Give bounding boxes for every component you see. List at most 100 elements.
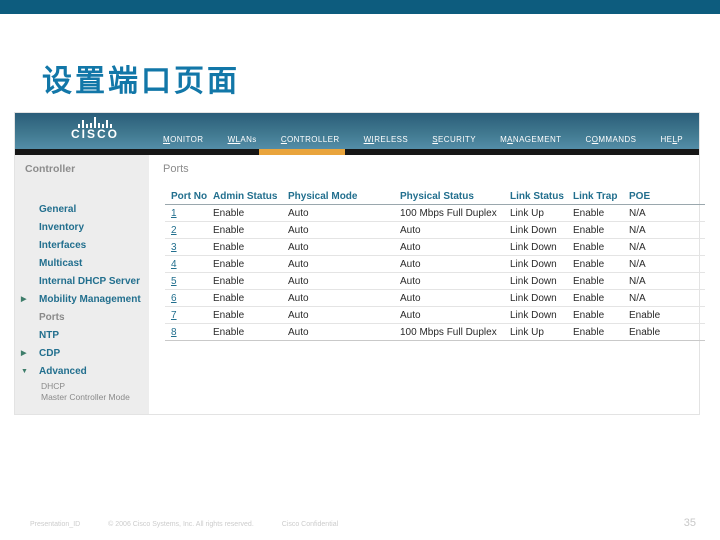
table-cell: Enable xyxy=(213,293,245,304)
chevron-down-icon: ▼ xyxy=(21,368,28,375)
table-cell: Auto xyxy=(400,242,421,253)
ports-content: Ports Port No Admin Status Physical Mode Ph… xyxy=(149,155,705,414)
sidebar-item-label: NTP xyxy=(39,330,59,341)
table-cell: Link Down xyxy=(510,225,557,236)
slide-top-bar xyxy=(0,0,720,14)
table-cell: N/A xyxy=(629,208,646,219)
table-cell: Enable xyxy=(573,276,605,287)
table-cell: Auto xyxy=(400,293,421,304)
sidebar-item-label: General xyxy=(39,204,77,215)
table-cell: N/A xyxy=(629,293,646,304)
column-header-physical-status: Physical Status xyxy=(400,191,474,202)
nav-commands[interactable]: COMMANDS xyxy=(586,135,637,144)
cisco-logo: CISCO xyxy=(59,116,131,140)
port-link-2[interactable]: 2 xyxy=(171,222,213,238)
nav-security[interactable]: SECURITY xyxy=(432,135,476,144)
table-row: 6 Enable Auto Auto Link Down Enable N/A xyxy=(165,290,705,307)
sidebar-item-label: Advanced xyxy=(39,366,87,377)
sidebar-item-label: Internal DHCP Server xyxy=(39,276,140,287)
table-cell: Link Down xyxy=(510,242,557,253)
table-cell: Auto xyxy=(288,225,309,236)
table-cell: N/A xyxy=(629,225,646,236)
table-cell: Auto xyxy=(400,276,421,287)
table-cell: Enable xyxy=(573,293,605,304)
ports-table: Port No Admin Status Physical Mode Physical… xyxy=(165,189,705,341)
presentation-slide: 设置端口页面 CISCO MONITOR WLANs CONTROLLER WIREL… xyxy=(0,0,720,540)
sidebar-item-label: Master Controller Mode xyxy=(41,392,130,402)
table-cell: Enable xyxy=(213,208,245,219)
table-row: 2 Enable Auto Auto Link Down Enable N/A xyxy=(165,222,705,239)
table-cell: Enable xyxy=(213,259,245,270)
port-link-6[interactable]: 6 xyxy=(171,290,213,306)
port-link-1[interactable]: 1 xyxy=(171,205,213,221)
table-cell: Enable xyxy=(573,259,605,270)
table-header-row: Port No Admin Status Physical Mode Physical… xyxy=(165,189,705,205)
column-header-port-no: Port No xyxy=(171,191,208,202)
page-number: 35 xyxy=(683,517,696,529)
table-row: 4 Enable Auto Auto Link Down Enable N/A xyxy=(165,256,705,273)
column-header-physical-mode: Physical Mode xyxy=(288,191,358,202)
port-link-4[interactable]: 4 xyxy=(171,256,213,272)
table-cell: Auto xyxy=(400,259,421,270)
table-cell: Link Up xyxy=(510,327,544,338)
sidebar-subitem-dhcp[interactable]: DHCP xyxy=(15,381,149,392)
sidebar-item-general[interactable]: General xyxy=(15,201,149,219)
slide-footer: Presentation_ID © 2006 Cisco Systems, In… xyxy=(30,521,364,528)
port-link-7[interactable]: 7 xyxy=(171,307,213,323)
sidebar-item-advanced[interactable]: ▼ Advanced xyxy=(15,363,149,381)
table-cell: Enable xyxy=(573,208,605,219)
table-cell: Enable xyxy=(213,327,245,338)
sidebar-item-label: Interfaces xyxy=(39,240,87,251)
table-row: 8 Enable Auto 100 Mbps Full Duplex Link Up En… xyxy=(165,324,705,341)
table-cell: 100 Mbps Full Duplex xyxy=(400,327,497,338)
table-row: 7 Enable Auto Auto Link Down Enable Enable xyxy=(165,307,705,324)
nav-controller[interactable]: CONTROLLER xyxy=(281,135,340,144)
table-cell: Auto xyxy=(288,276,309,287)
port-link-3[interactable]: 3 xyxy=(171,239,213,255)
table-cell: Auto xyxy=(288,327,309,338)
table-cell: Link Down xyxy=(510,293,557,304)
footer-confidential: Cisco Confidential xyxy=(281,521,339,528)
sidebar-item-multicast[interactable]: Multicast xyxy=(15,255,149,273)
sidebar-item-label: CDP xyxy=(39,348,61,359)
table-cell: Auto xyxy=(400,310,421,321)
sidebar-item-mobility-management[interactable]: ▶ Mobility Management xyxy=(15,291,149,309)
sidebar-item-ports[interactable]: Ports xyxy=(15,309,149,327)
table-cell: N/A xyxy=(629,276,646,287)
table-row: 3 Enable Auto Auto Link Down Enable N/A xyxy=(165,239,705,256)
sidebar-item-internal-dhcp-server[interactable]: Internal DHCP Server xyxy=(15,273,149,291)
chevron-right-icon: ▶ xyxy=(21,296,27,303)
sidebar-item-ntp[interactable]: NTP xyxy=(15,327,149,345)
nav-wlans[interactable]: WLANs xyxy=(228,135,257,144)
sidebar-item-label: Ports xyxy=(39,312,65,323)
column-header-link-status: Link Status xyxy=(510,191,564,202)
port-link-5[interactable]: 5 xyxy=(171,273,213,289)
table-cell: Link Down xyxy=(510,310,557,321)
table-cell: Auto xyxy=(288,293,309,304)
table-cell: Enable xyxy=(629,310,661,321)
slide-title: 设置端口页面 xyxy=(42,64,240,99)
app-navbar: CISCO MONITOR WLANs CONTROLLER WIRELESS SECU… xyxy=(15,113,699,149)
content-title: Ports xyxy=(163,163,189,175)
table-cell: Link Up xyxy=(510,208,544,219)
sidebar-item-label: Multicast xyxy=(39,258,83,269)
table-cell: Enable xyxy=(629,327,661,338)
table-cell: 100 Mbps Full Duplex xyxy=(400,208,497,219)
sidebar-item-interfaces[interactable]: Interfaces xyxy=(15,237,149,255)
port-link-8[interactable]: 8 xyxy=(171,324,213,340)
nav-wireless[interactable]: WIRELESS xyxy=(364,135,409,144)
nav-monitor[interactable]: MONITOR xyxy=(163,135,203,144)
main-menu: MONITOR WLANs CONTROLLER WIRELESS SECURITY MA… xyxy=(155,113,691,149)
table-cell: Auto xyxy=(288,242,309,253)
sidebar-item-label: Inventory xyxy=(39,222,85,233)
nav-management[interactable]: MANAGEMENT xyxy=(500,135,561,144)
sidebar-item-inventory[interactable]: Inventory xyxy=(15,219,149,237)
table-cell: Auto xyxy=(400,225,421,236)
sidebar-subitem-master-controller-mode[interactable]: Master Controller Mode xyxy=(15,392,149,403)
sidebar-item-cdp[interactable]: ▶ CDP xyxy=(15,345,149,363)
nav-help[interactable]: HELP xyxy=(660,135,683,144)
sidebar-heading: Controller xyxy=(25,163,76,175)
table-cell: Link Down xyxy=(510,259,557,270)
table-cell: Auto xyxy=(288,259,309,270)
table-cell: Enable xyxy=(573,327,605,338)
